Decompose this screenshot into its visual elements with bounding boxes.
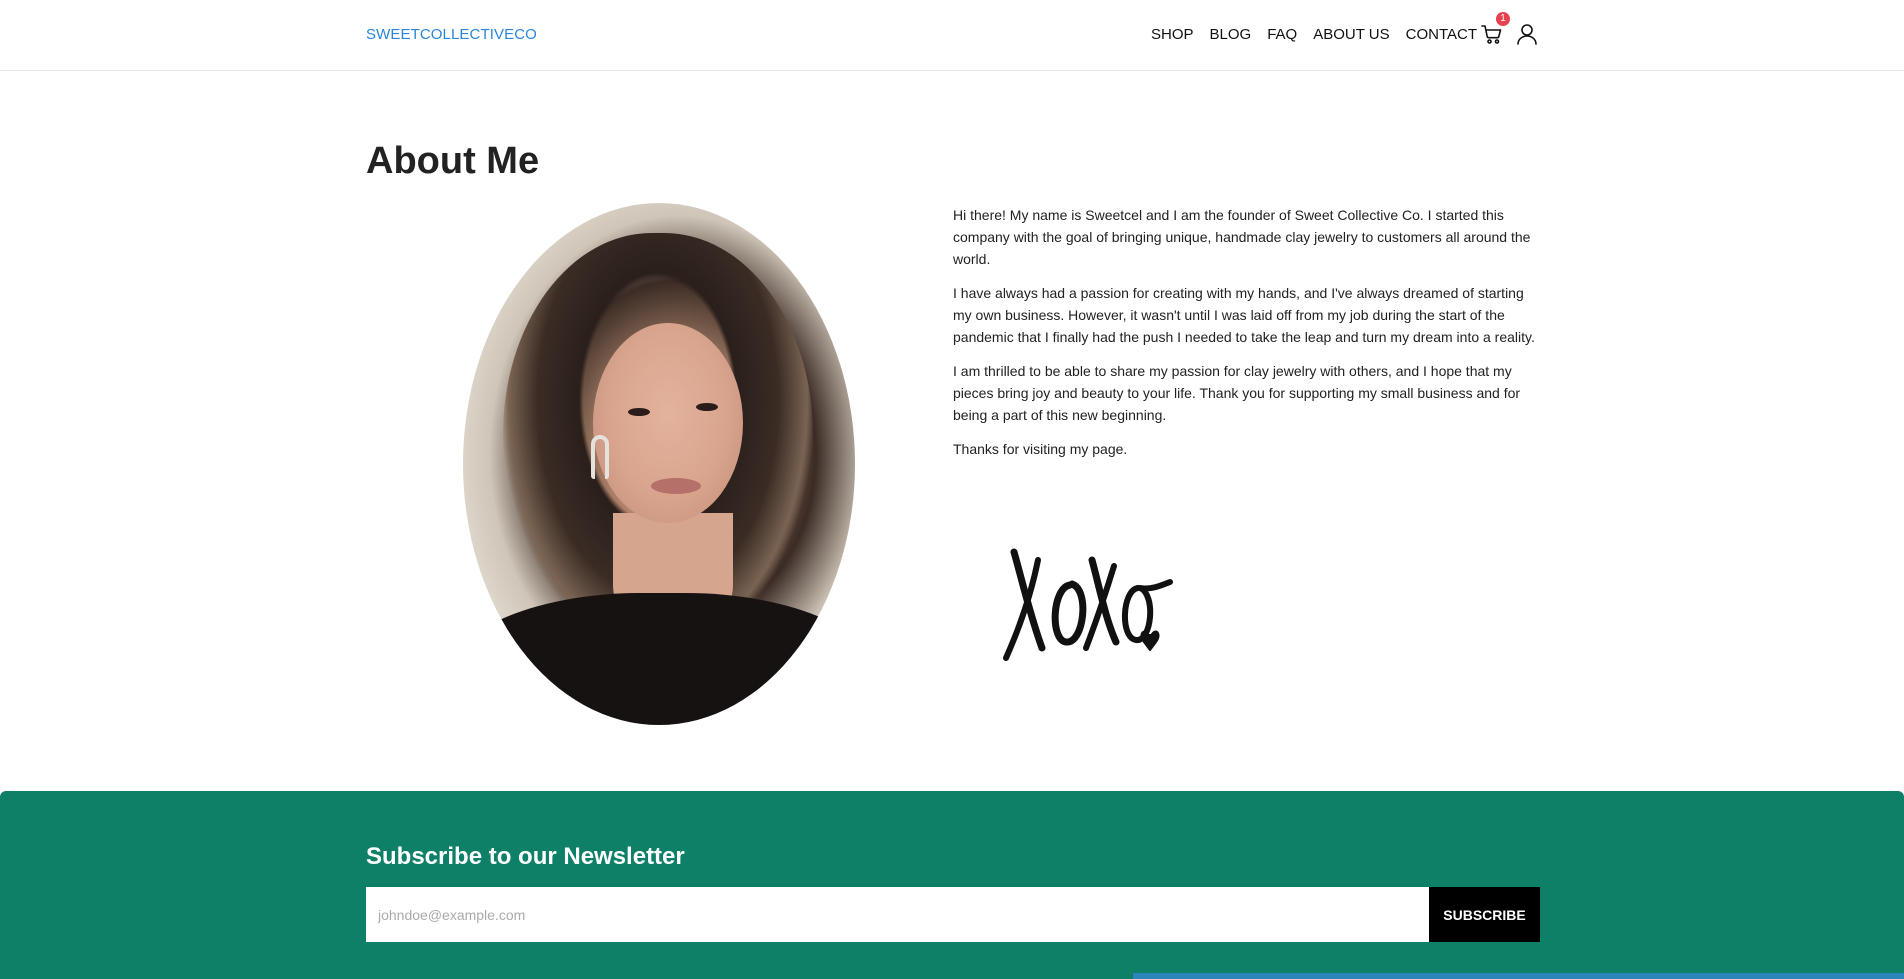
nav-about-us[interactable]: ABOUT US [1313,26,1389,43]
nav-contact[interactable]: CONTACT [1406,26,1477,43]
user-icon[interactable] [1515,22,1539,46]
bio-paragraph: Hi there! My name is Sweetcel and I am t… [953,207,1531,267]
nav-blog[interactable]: BLOG [1210,26,1252,43]
main-nav: SHOP BLOG FAQ ABOUT US CONTACT [1151,26,1493,43]
cart-count-badge: 1 [1496,12,1510,26]
site-header: SWEETCOLLECTIVECO SHOP BLOG FAQ ABOUT US… [0,0,1904,71]
page-title: About Me [366,140,540,182]
brand-logo-link[interactable]: SWEETCOLLECTIVECO [366,26,537,43]
xoxo-signature [1000,530,1180,670]
newsletter-email-input[interactable] [366,887,1429,942]
newsletter-section [0,791,1904,979]
about-text: Hi there! My name is Sweetcel and I am t… [953,204,1538,472]
earring [591,435,609,479]
bio-paragraph: I am thrilled to be able to share my pas… [953,363,1521,423]
bottom-accent-strip [1133,973,1904,979]
subscribe-button[interactable]: SUBSCRIBE [1429,887,1540,942]
nav-faq[interactable]: FAQ [1267,26,1297,43]
founder-portrait [463,203,855,725]
nav-shop[interactable]: SHOP [1151,26,1194,43]
bio-paragraph: Thanks for visiting my page. [953,441,1128,457]
newsletter-title: Subscribe to our Newsletter [366,843,685,870]
bio-paragraph: I have always had a passion for creating… [953,285,1535,345]
